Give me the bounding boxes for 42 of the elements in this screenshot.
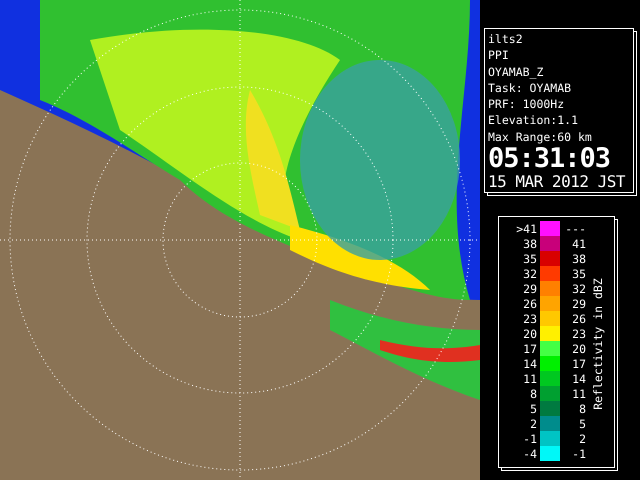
legend-low-value: 23 [522, 312, 538, 326]
info-line: Task: OYAMAB [488, 80, 572, 96]
legend-low-value: 32 [522, 266, 538, 281]
legend-low-value: 11 [522, 372, 538, 386]
legend-high-value: -1 [571, 446, 586, 461]
legend-high-value: --- [564, 222, 586, 236]
scan-time: 05:31:03 [488, 145, 612, 174]
legend-low-value: 29 [522, 282, 538, 296]
legend-title: Reflectivity in dBZ [591, 278, 605, 410]
legend-low-value: 38 [522, 236, 538, 251]
info-line: PRF: 1000Hz [488, 96, 566, 112]
legend-high-value: 17 [571, 356, 586, 371]
legend-high-value: 41 [571, 236, 586, 251]
legend-high-value: 20 [571, 342, 586, 356]
legend-high-value: 8 [578, 402, 586, 416]
legend-low-value: 14 [522, 356, 538, 371]
scan-date: 15 MAR 2012 JST [488, 173, 626, 192]
legend-low-value: 20 [522, 326, 538, 341]
legend-high-value: 11 [571, 386, 586, 401]
legend-low-value: -1 [522, 432, 538, 446]
legend-low-value: 17 [522, 342, 538, 356]
legend-low-value: 2 [529, 416, 538, 431]
legend-low-value: 5 [529, 402, 538, 416]
legend-low-value: 35 [522, 252, 538, 266]
legend-high-value: 35 [571, 266, 586, 281]
legend-high-value: 23 [571, 326, 586, 341]
info-line: ilts2 [488, 31, 524, 48]
legend-high-value: 2 [578, 432, 586, 446]
legend-high-value: 29 [571, 296, 586, 311]
legend-low-value: -4 [522, 446, 538, 461]
legend-high-value: 38 [571, 252, 586, 266]
legend-low-value: >41 [515, 222, 538, 236]
legend-high-value: 14 [571, 372, 586, 386]
info-line: Max Range:60 km [488, 128, 593, 146]
info-line: PPI [488, 47, 510, 64]
legend-high-value: 32 [571, 282, 586, 296]
info-line: Elevation:1.1 [488, 112, 580, 129]
legend-high-value: 26 [571, 312, 586, 326]
legend-low-value: 8 [529, 386, 538, 401]
legend-low-value: 26 [522, 296, 538, 311]
info-line: OYAMAB_Z [488, 64, 544, 80]
legend-high-value: 5 [578, 416, 586, 431]
